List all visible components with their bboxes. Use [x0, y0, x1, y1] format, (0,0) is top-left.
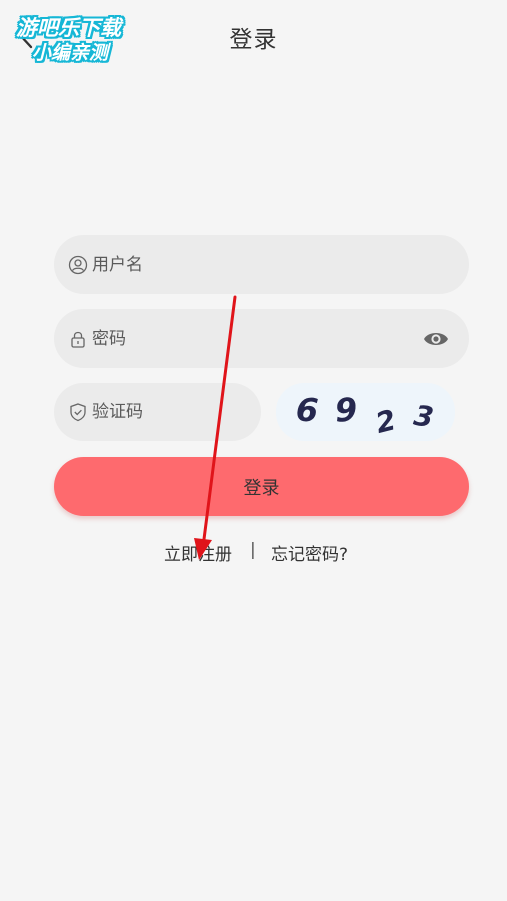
- captcha-field[interactable]: [54, 383, 261, 441]
- watermark-line2: 小编亲测: [32, 42, 109, 64]
- password-input[interactable]: [92, 328, 352, 349]
- shield-icon: [68, 402, 88, 422]
- user-icon: [68, 255, 88, 275]
- captcha-char: 6: [294, 390, 320, 430]
- annotation-arrow: [194, 295, 237, 560]
- watermark-logo: 游吧乐下载 小编亲测: [6, 10, 148, 66]
- username-field[interactable]: [54, 235, 469, 294]
- login-button[interactable]: 登录: [54, 457, 469, 516]
- eye-icon[interactable]: [423, 328, 449, 350]
- captcha-char: 2: [372, 403, 400, 440]
- register-link[interactable]: 立即注册: [164, 540, 232, 565]
- captcha-input[interactable]: [92, 402, 242, 422]
- header: 登录 游吧乐下载 小编亲测: [0, 0, 507, 72]
- captcha-image[interactable]: 6 9 2 3: [276, 383, 455, 441]
- link-separator: |: [250, 540, 256, 560]
- captcha-char: 3: [411, 398, 436, 435]
- captcha-char: 9: [333, 390, 359, 430]
- password-field[interactable]: [54, 309, 469, 368]
- forgot-password-link[interactable]: 忘记密码?: [271, 540, 348, 565]
- auth-links: 立即注册 | 忘记密码?: [0, 540, 507, 566]
- username-input[interactable]: [92, 254, 352, 275]
- lock-icon: [68, 329, 88, 349]
